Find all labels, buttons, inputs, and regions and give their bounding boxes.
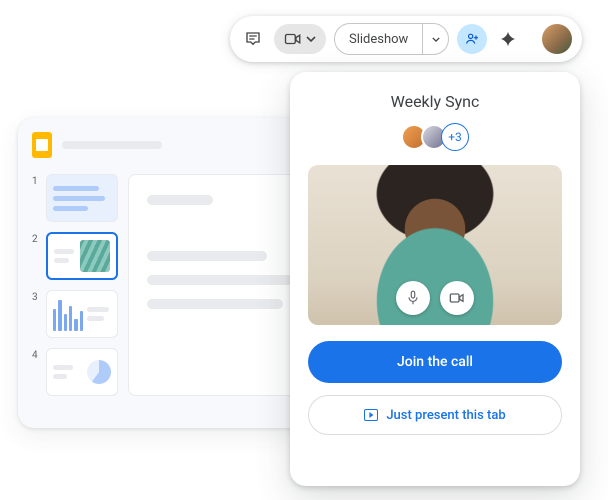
placeholder-line xyxy=(147,299,283,309)
person-add-icon xyxy=(464,31,480,47)
video-camera-icon xyxy=(449,292,465,304)
participant-avatars: +3 xyxy=(401,123,469,151)
meet-join-panel: Weekly Sync +3 Join the call Just presen… xyxy=(290,72,580,486)
slide-thumb-2[interactable] xyxy=(46,232,118,280)
toggle-mic-button[interactable] xyxy=(396,281,430,315)
slide-thumb-4[interactable] xyxy=(46,348,118,396)
slideshow-split-button: Slideshow xyxy=(334,23,449,55)
share-button[interactable] xyxy=(457,24,487,54)
placeholder-line xyxy=(147,195,213,205)
self-video-preview xyxy=(308,165,562,325)
chevron-down-icon xyxy=(306,36,316,42)
slide-thumb-1[interactable] xyxy=(46,174,118,222)
microphone-icon xyxy=(406,290,420,306)
slideshow-button[interactable]: Slideshow xyxy=(335,24,422,54)
join-call-button[interactable]: Join the call xyxy=(308,341,562,383)
slide-number: 2 xyxy=(32,232,40,245)
comment-history-button[interactable] xyxy=(240,26,266,52)
placeholder-line xyxy=(147,251,267,261)
doc-title-placeholder xyxy=(62,141,162,149)
gemini-button[interactable] xyxy=(495,26,521,52)
present-tab-label: Just present this tab xyxy=(386,408,505,423)
present-screen-icon xyxy=(364,409,378,421)
present-tab-button[interactable]: Just present this tab xyxy=(308,395,562,435)
top-toolbar: Slideshow xyxy=(230,16,582,62)
editor-header xyxy=(32,132,332,158)
toggle-camera-button[interactable] xyxy=(440,281,474,315)
slide-thumbnail-rail: 1 2 3 xyxy=(32,174,118,396)
slide-number: 3 xyxy=(32,290,40,303)
slide-number: 4 xyxy=(32,348,40,361)
meet-video-button[interactable] xyxy=(274,24,326,54)
comment-icon xyxy=(244,30,262,48)
pie-chart-icon xyxy=(87,360,111,384)
slide-thumb-image xyxy=(80,240,110,272)
slides-logo-icon xyxy=(32,132,52,158)
video-camera-icon xyxy=(284,32,302,46)
bar-chart-icon xyxy=(53,297,83,331)
chevron-down-icon xyxy=(432,37,440,42)
slideshow-dropdown-button[interactable] xyxy=(422,24,448,54)
sparkle-icon xyxy=(499,30,517,48)
more-participants-badge[interactable]: +3 xyxy=(441,123,469,151)
placeholder-line xyxy=(147,275,293,285)
meeting-title: Weekly Sync xyxy=(391,92,480,111)
slide-number: 1 xyxy=(32,174,40,187)
slide-thumb-3[interactable] xyxy=(46,290,118,338)
account-avatar[interactable] xyxy=(542,24,572,54)
